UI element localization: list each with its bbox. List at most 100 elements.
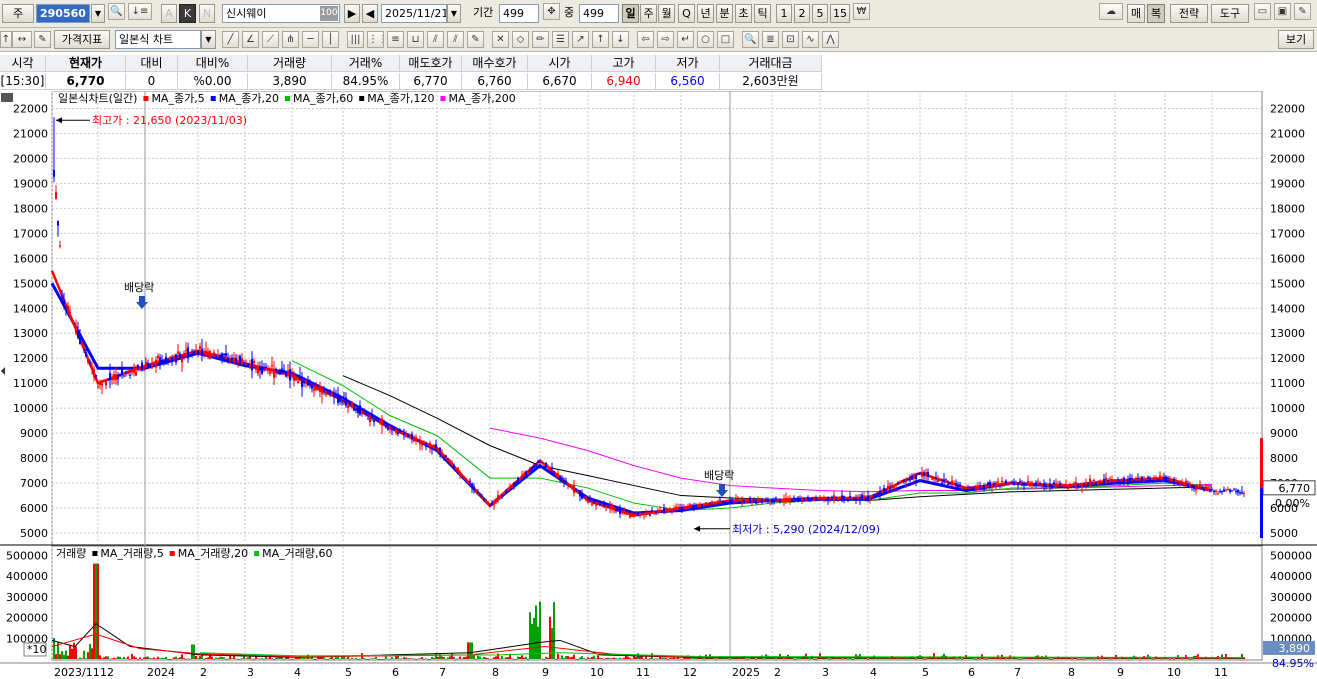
search-icon[interactable]: 🔍 (108, 3, 125, 20)
next-arrow-icon[interactable]: ▶ (344, 4, 360, 23)
candle-body (1211, 489, 1213, 491)
period-15-button[interactable]: 15 (830, 4, 850, 23)
volume-bar (841, 658, 843, 660)
period-minute-button[interactable]: 분 (716, 4, 733, 23)
letter-k-button[interactable]: K (179, 4, 196, 23)
wrench-icon[interactable]: ✎ (1294, 3, 1311, 20)
candle-body (1213, 490, 1215, 493)
period-2-button[interactable]: 2 (794, 4, 810, 23)
sort-icon[interactable]: ↓≡ (128, 3, 152, 20)
symbol-dropdown-icon[interactable]: ▼ (91, 4, 105, 23)
prev-arrow-icon[interactable]: ◀ (362, 4, 378, 23)
period-5-button[interactable]: 5 (812, 4, 828, 23)
draw-tool-2-icon[interactable]: ∠ (242, 31, 259, 48)
letter-n-button[interactable]: N (199, 4, 215, 23)
crosshair-icon[interactable]: ✥ (543, 3, 560, 20)
draw-tool-25-icon[interactable]: □ (717, 31, 734, 48)
cloud-icon[interactable]: ☁ (1099, 3, 1123, 20)
draw-tool-29-icon[interactable]: ∿ (802, 31, 819, 48)
volume-bar (643, 658, 645, 660)
draw-tool-28-icon[interactable]: ⊡ (782, 31, 799, 48)
draw-tool-24-icon[interactable]: ○ (697, 31, 714, 48)
candle-body (371, 415, 373, 419)
period-1-button[interactable]: 1 (776, 4, 792, 23)
candle-body (717, 500, 719, 502)
volume-bar (633, 656, 635, 659)
candle-body (409, 434, 411, 437)
draw-tool-16-icon[interactable]: ✏ (532, 31, 549, 48)
draw-tool-27-icon[interactable]: ≣ (762, 31, 779, 48)
draw-tool-10-icon[interactable]: ⊔ (407, 31, 424, 48)
period-input[interactable]: 499 (499, 4, 539, 23)
volume-bar (95, 563, 97, 659)
draw-tool-20-icon[interactable]: ↓ (612, 31, 629, 48)
period-second-button[interactable]: 초 (735, 4, 752, 23)
save-icon[interactable]: ▣ (1274, 3, 1291, 20)
candle-body (785, 497, 787, 499)
candle-body (945, 479, 947, 481)
draw-tool-1-icon[interactable]: ╱ (222, 31, 239, 48)
date-dropdown-icon[interactable]: ▼ (447, 4, 461, 23)
left-right-arrow-icon[interactable]: ↔ (12, 31, 32, 48)
draw-tool-21-icon[interactable]: ⇦ (637, 31, 654, 48)
volume-bar (199, 656, 201, 659)
draw-tool-3-icon[interactable]: ⟋ (262, 31, 279, 48)
candle-body (219, 354, 221, 359)
volume-bar (815, 658, 817, 660)
price-indicator-button[interactable]: 가격지표 (54, 30, 110, 49)
draw-tool-19-icon[interactable]: ↑ (592, 31, 609, 48)
draw-tool-14-icon[interactable]: ✕ (492, 31, 509, 48)
chart-type-select[interactable]: 일본식 차트 (115, 30, 201, 49)
draw-tool-22-icon[interactable]: ⇨ (657, 31, 674, 48)
period-month-button[interactable]: 월 (658, 4, 675, 23)
edit-icon[interactable]: ✎ (34, 31, 51, 48)
tools-button[interactable]: 도구 (1211, 4, 1249, 23)
copy-button[interactable]: 복 (1147, 4, 1165, 23)
draw-tool-23-icon[interactable]: ↵ (677, 31, 694, 48)
candle-body (417, 439, 419, 441)
draw-tool-11-icon[interactable]: ⫽ (427, 31, 444, 48)
period-week-button[interactable]: 주 (640, 4, 657, 23)
draw-tool-18-icon[interactable]: ↗ (572, 31, 589, 48)
volume-bar (615, 658, 617, 659)
draw-tool-15-icon[interactable]: ◇ (512, 31, 529, 48)
time-axis-label: 7 (1014, 666, 1021, 679)
period-day-button[interactable]: 일 (622, 4, 639, 23)
strategy-button[interactable]: 전략 (1170, 4, 1208, 23)
period-year-button[interactable]: 년 (697, 4, 714, 23)
draw-tool-26-icon[interactable]: 🔍 (742, 31, 759, 48)
draw-tool-12-icon[interactable]: ⫽ (447, 31, 464, 48)
volume-bar (385, 656, 387, 659)
period-quarter-button[interactable]: Q (678, 4, 695, 23)
candle-body (195, 351, 197, 353)
draw-tool-13-icon[interactable]: ✎ (467, 31, 484, 48)
draw-tool-8-icon[interactable]: ⋮⋮ (367, 31, 384, 48)
draw-tool-17-icon[interactable]: ☰ (552, 31, 569, 48)
letter-a-button[interactable]: A (161, 4, 177, 23)
stock-chart[interactable]: 22000 22000 21000 21000 20000 20000 19000 19000… (0, 91, 1317, 679)
volume-bar (667, 658, 669, 660)
up-arrow-icon[interactable]: ↑ (0, 31, 12, 48)
draw-tool-7-icon[interactable]: ||| (347, 31, 364, 48)
draw-tool-6-icon[interactable]: │ (322, 31, 339, 48)
volume-bar (653, 658, 655, 660)
buy-button[interactable]: 매 (1127, 4, 1145, 23)
draw-tool-9-icon[interactable]: ≡ (387, 31, 404, 48)
chart-type-dropdown-icon[interactable]: ▼ (201, 30, 216, 49)
draw-tool-4-icon[interactable]: ⋔ (282, 31, 299, 48)
period-tick-button[interactable]: 틱 (754, 4, 771, 23)
candle-body (671, 508, 673, 511)
folder-icon[interactable]: ▭ (1254, 3, 1271, 20)
volume-bar (403, 657, 405, 659)
market-selector[interactable]: 주 (2, 4, 34, 23)
zoom-input[interactable]: 499 (579, 4, 619, 23)
chart-style-icon[interactable]: ₩ (853, 3, 870, 20)
draw-tool-5-icon[interactable]: ─ (302, 31, 319, 48)
view-button[interactable]: 보기 (1278, 30, 1314, 49)
candle-body (183, 353, 185, 356)
candle-body (189, 354, 191, 356)
date-field[interactable]: 2025/11/21 (381, 4, 447, 23)
candle-body (93, 369, 95, 377)
symbol-code-input[interactable]: 290560 (36, 4, 90, 23)
draw-tool-30-icon[interactable]: ⋀ (822, 31, 839, 48)
